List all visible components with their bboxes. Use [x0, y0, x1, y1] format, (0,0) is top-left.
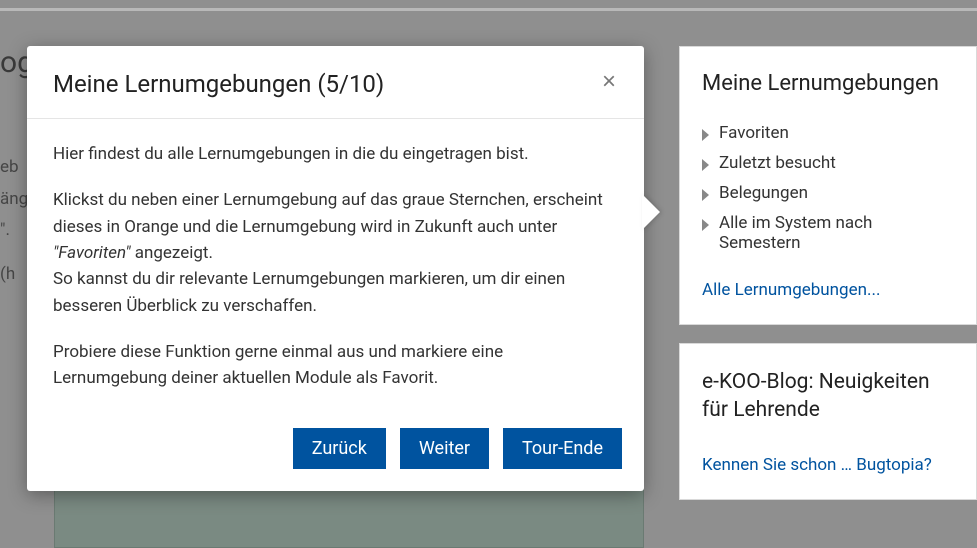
panel-title: Meine Lernumgebungen	[702, 71, 954, 96]
close-button[interactable]: ×	[600, 70, 618, 94]
list-item-label: Alle im System nach Semestern	[719, 213, 954, 253]
list-item-alle-semester[interactable]: Alle im System nach Semestern	[702, 208, 954, 258]
list-item-zuletzt-besucht[interactable]: Zuletzt besucht	[702, 148, 954, 178]
right-sidebar: Meine Lernumgebungen Favoriten Zuletzt b…	[679, 46, 977, 518]
arrow-right-icon	[642, 194, 660, 230]
lernumgebungen-list: Favoriten Zuletzt besucht Belegungen All…	[702, 118, 954, 258]
chevron-right-icon	[702, 129, 709, 141]
modal-paragraph: Probiere diese Funktion gerne einmal aus…	[53, 339, 618, 392]
list-item-label: Zuletzt besucht	[719, 153, 836, 173]
close-icon: ×	[602, 68, 616, 95]
list-item-label: Belegungen	[719, 183, 808, 203]
modal-body: Hier findest du alle Lernumgebungen in d…	[27, 119, 644, 420]
top-divider	[0, 8, 977, 11]
panel-lernumgebungen: Meine Lernumgebungen Favoriten Zuletzt b…	[679, 46, 977, 325]
list-item-label: Favoriten	[719, 123, 789, 143]
modal-header: Meine Lernumgebungen (5/10) ×	[27, 46, 644, 119]
list-item-belegungen[interactable]: Belegungen	[702, 178, 954, 208]
all-lernumgebungen-link[interactable]: Alle Lernumgebungen...	[702, 280, 880, 300]
blog-post-link[interactable]: Kennen Sie schon … Bugtopia?	[702, 455, 932, 475]
tour-end-button[interactable]: Tour-Ende	[503, 428, 622, 469]
modal-paragraph: Klickst du neben einer Lernumgebung auf …	[53, 187, 618, 319]
panel-title: e-KOO-Blog: Neuigkeiten für Lehrende	[702, 368, 954, 425]
list-item-favoriten[interactable]: Favoriten	[702, 118, 954, 148]
chevron-right-icon	[702, 219, 709, 231]
chevron-right-icon	[702, 189, 709, 201]
chevron-right-icon	[702, 159, 709, 171]
modal-paragraph: Hier findest du alle Lernumgebungen in d…	[53, 141, 618, 167]
panel-ekoo-blog: e-KOO-Blog: Neuigkeiten für Lehrende Ken…	[679, 343, 977, 500]
back-button[interactable]: Zurück	[293, 428, 386, 469]
tour-modal: Meine Lernumgebungen (5/10) × Hier finde…	[27, 46, 644, 491]
modal-footer: Zurück Weiter Tour-Ende	[27, 420, 644, 491]
next-button[interactable]: Weiter	[400, 428, 489, 469]
modal-title: Meine Lernumgebungen (5/10)	[53, 70, 384, 98]
